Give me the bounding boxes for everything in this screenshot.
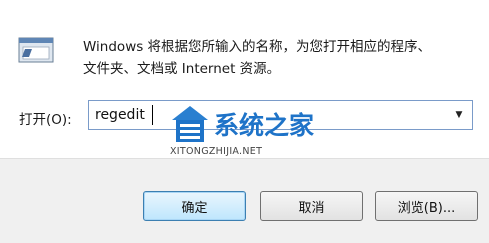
ok-button[interactable]: 确定 bbox=[143, 191, 246, 221]
dropdown-button[interactable]: ▼ bbox=[446, 101, 472, 129]
run-program-icon bbox=[18, 37, 54, 63]
chevron-down-icon: ▼ bbox=[455, 110, 463, 120]
watermark-title: 系统之家 bbox=[214, 111, 314, 140]
browse-button[interactable]: 浏览(B)... bbox=[375, 191, 478, 221]
open-label: 打开(O): bbox=[19, 112, 72, 128]
text-caret bbox=[152, 105, 153, 125]
description-line-2: 文件夹、文档或 Internet 资源。 bbox=[83, 61, 281, 77]
dialog-content-area: Windows 将根据您所输入的名称，为您打开相应的程序、 文件夹、文档或 In… bbox=[0, 0, 489, 158]
house-icon bbox=[172, 106, 208, 142]
dialog-description: Windows 将根据您所输入的名称，为您打开相应的程序、 文件夹、文档或 In… bbox=[83, 36, 473, 80]
watermark-logo: 系统之家 XITONGZHIJIA.NET bbox=[170, 106, 314, 157]
watermark-url: XITONGZHIJIA.NET bbox=[170, 146, 262, 157]
cancel-button[interactable]: 取消 bbox=[260, 191, 363, 221]
description-line-1: Windows 将根据您所输入的名称，为您打开相应的程序、 bbox=[83, 39, 432, 55]
